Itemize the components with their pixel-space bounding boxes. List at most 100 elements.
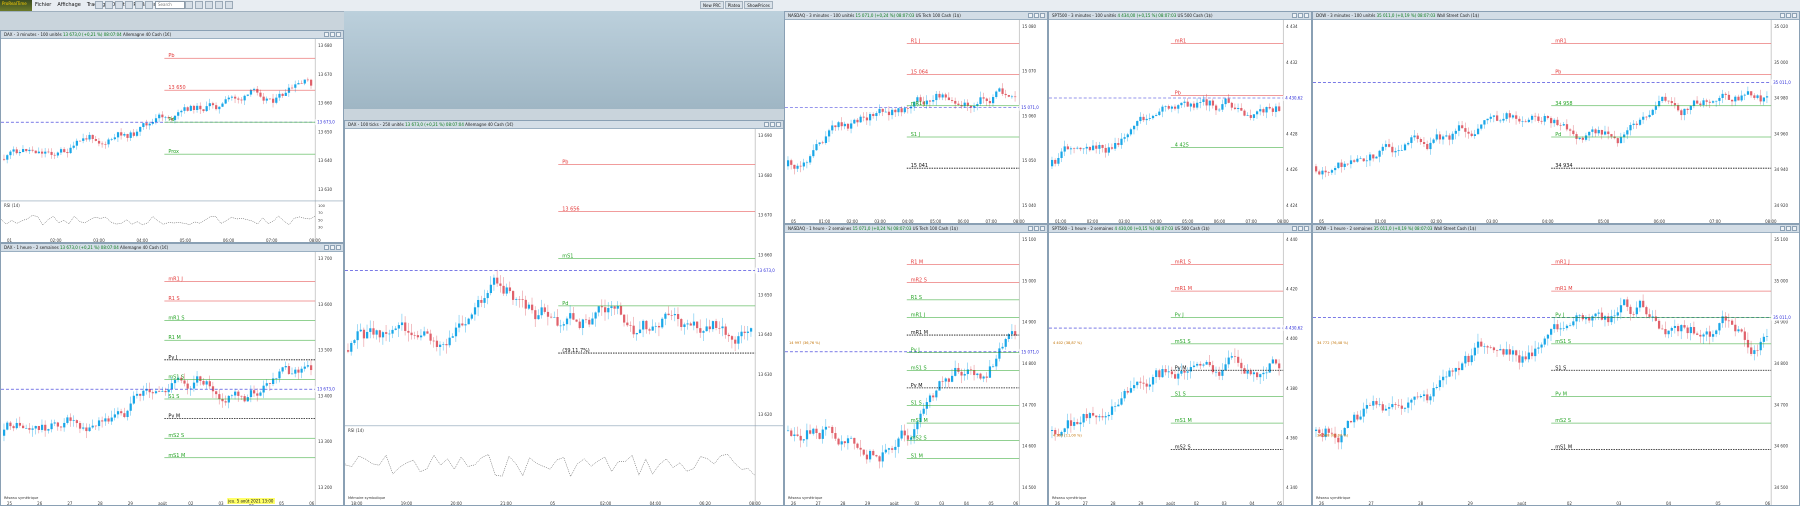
- candle: [1451, 370, 1454, 372]
- candle: [1750, 347, 1753, 354]
- candle: [126, 410, 129, 418]
- candle: [1262, 372, 1265, 375]
- candle: [1734, 324, 1737, 332]
- menu-item-0[interactable]: Fichier: [35, 2, 51, 8]
- toolbar-tool-icon[interactable]: [205, 1, 213, 9]
- minimize-icon[interactable]: [1780, 13, 1785, 18]
- candle: [859, 447, 862, 450]
- chart-window-titlebar[interactable]: DAX - 100 ticks - 250 unités 13 673,0 (+…: [345, 121, 783, 129]
- chart-window-titlebar[interactable]: NASDAQ - 3 minutes - 100 unités 15 071,0…: [785, 12, 1047, 20]
- price-chart[interactable]: 13 680 13 670 13 660 13 650 13 640 13 630 01 02…: [1, 39, 343, 242]
- maximize-icon[interactable]: [330, 32, 335, 37]
- chart-window-titlebar[interactable]: DAX - 1 heure - 2 semaines 13 673,0 (+0,…: [1, 244, 343, 252]
- minimize-icon[interactable]: [1780, 226, 1785, 231]
- maximize-icon[interactable]: [770, 122, 775, 127]
- time-axis-tick: 28: [1418, 501, 1424, 506]
- candle: [281, 93, 284, 96]
- chart-window[interactable]: DAX - 3 minutes - 100 unités 13 673,0 (+…: [0, 30, 344, 243]
- chart-window[interactable]: SPT500 - 3 minutes - 100 unités 4 434,00…: [1048, 11, 1312, 224]
- price-chart[interactable]: 15 080 15 070 15 060 15 050 15 040 05 01:00 02:…: [785, 20, 1047, 223]
- menu-item-1[interactable]: Affichage: [57, 2, 81, 8]
- maximize-icon[interactable]: [1298, 13, 1303, 18]
- maximize-icon[interactable]: [330, 245, 335, 250]
- close-icon[interactable]: [336, 245, 341, 250]
- maximize-icon[interactable]: [1786, 13, 1791, 18]
- chart-window-titlebar[interactable]: DOW - 3 minutes - 100 unités 35 011,0 (+…: [1313, 12, 1799, 20]
- chart-window[interactable]: DAX - 100 ticks - 250 unités 13 673,0 (+…: [344, 120, 784, 506]
- close-icon[interactable]: [1792, 226, 1797, 231]
- candle: [21, 149, 25, 153]
- close-icon[interactable]: [1792, 13, 1797, 18]
- close-icon[interactable]: [1304, 13, 1309, 18]
- toolbar-tool-icon[interactable]: [135, 1, 143, 9]
- candle: [56, 152, 60, 156]
- candle: [1123, 137, 1126, 139]
- candle: [875, 455, 878, 457]
- time-axis-tick: 02: [1194, 501, 1200, 506]
- maximize-icon[interactable]: [1034, 13, 1039, 18]
- candle: [1353, 160, 1356, 162]
- minimize-icon[interactable]: [1028, 226, 1033, 231]
- chart-window[interactable]: NASDAQ - 1 heure - 2 semaines 15 071,0 (…: [784, 224, 1048, 506]
- candle: [680, 319, 683, 327]
- toolbar-tool-icon[interactable]: [185, 1, 193, 9]
- minimize-icon[interactable]: [324, 245, 329, 250]
- search-input[interactable]: Search: [155, 1, 185, 9]
- maximize-icon[interactable]: [1298, 226, 1303, 231]
- maximize-icon[interactable]: [1786, 226, 1791, 231]
- price-axis-tick: 13 670: [758, 213, 772, 218]
- minimize-icon[interactable]: [1292, 13, 1297, 18]
- chart-window-titlebar[interactable]: DOW - 1 heure - 2 semaines 35 011,0 (+0,…: [1313, 225, 1799, 233]
- chart-window-titlebar[interactable]: NASDAQ - 1 heure - 2 semaines 15 071,0 (…: [785, 225, 1047, 233]
- close-icon[interactable]: [336, 32, 341, 37]
- price-chart[interactable]: 15 100 15 000 14 900 14 800 14 700 14 600 14 5…: [785, 233, 1047, 505]
- chart-window-titlebar[interactable]: DAX - 3 minutes - 100 unités 13 673,0 (+…: [1, 31, 343, 39]
- price-chart[interactable]: 13 700 13 600 13 500 13 400 13 300 13 200 25 26…: [1, 252, 343, 506]
- time-axis-tick: 05: [279, 501, 285, 506]
- candle: [862, 116, 865, 118]
- price-chart[interactable]: 4 440 4 420 4 400 4 380 4 360 4 340 26 27 28 29 ao…: [1049, 233, 1311, 506]
- toolbar-tool-icon[interactable]: [195, 1, 203, 9]
- candle: [1753, 350, 1756, 354]
- chart-window[interactable]: DAX - 1 heure - 2 semaines 13 673,0 (+0,…: [0, 243, 344, 506]
- candle: [234, 391, 237, 396]
- candle: [1095, 415, 1098, 418]
- candle: [1435, 134, 1438, 140]
- toolbar-tool-icon[interactable]: [145, 1, 153, 9]
- close-icon[interactable]: [776, 122, 781, 127]
- minimize-icon[interactable]: [1292, 226, 1297, 231]
- candle: [1173, 374, 1177, 379]
- top-button-2[interactable]: ShowPrices: [744, 1, 773, 9]
- toolbar-tool-icon[interactable]: [225, 1, 233, 9]
- level-label: mR2 S: [911, 277, 927, 283]
- level-label: S1 S: [168, 394, 179, 400]
- price-chart[interactable]: 13 690 13 680 13 670 13 660 13 650 13 640 13 6…: [345, 129, 783, 505]
- price-chart[interactable]: 35 100 35 000 34 900 34 800 34 700 34 600 34 5…: [1313, 233, 1799, 506]
- toolbar-tool-icon[interactable]: [215, 1, 223, 9]
- chart-window-titlebar[interactable]: SPT500 - 3 minutes - 100 unités 4 434,00…: [1049, 12, 1311, 20]
- chart-window[interactable]: SPT500 - 1 heure - 2 semaines 4 430,00 (…: [1048, 224, 1312, 506]
- chart-window[interactable]: DOW - 3 minutes - 100 unités 35 011,0 (+…: [1312, 11, 1800, 224]
- toolbar-tool-icon[interactable]: [95, 1, 103, 9]
- chart-window[interactable]: NASDAQ - 3 minutes - 100 unités 15 071,0…: [784, 11, 1048, 224]
- chart-title: SPT500 - 1 heure - 2 semaines 4 430,00 (…: [1052, 225, 1210, 232]
- price-chart[interactable]: 35 020 35 000 34 980 34 960 34 940 34 920 05 01…: [1313, 20, 1799, 223]
- minimize-icon[interactable]: [764, 122, 769, 127]
- candle: [1527, 352, 1530, 360]
- chart-window[interactable]: DOW - 1 heure - 2 semaines 35 011,0 (+0,…: [1312, 224, 1800, 506]
- price-chart[interactable]: 4 4344 4324 4304 4284 4264 42401:0002:00…: [1049, 20, 1311, 223]
- maximize-icon[interactable]: [1034, 226, 1039, 231]
- close-icon[interactable]: [1040, 13, 1045, 18]
- toolbar-tool-icon[interactable]: [115, 1, 123, 9]
- toolbar-tool-icon[interactable]: [105, 1, 113, 9]
- chart-window-titlebar[interactable]: SPT500 - 1 heure - 2 semaines 4 430,00 (…: [1049, 225, 1311, 233]
- minimize-icon[interactable]: [324, 32, 329, 37]
- top-button-1[interactable]: Platea: [724, 1, 744, 9]
- minimize-icon[interactable]: [1028, 13, 1033, 18]
- candle: [12, 149, 15, 152]
- close-icon[interactable]: [1304, 226, 1309, 231]
- toolbar-tool-icon[interactable]: [125, 1, 133, 9]
- top-button-0[interactable]: New PRC: [700, 1, 724, 9]
- candle: [1607, 316, 1610, 323]
- close-icon[interactable]: [1040, 226, 1045, 231]
